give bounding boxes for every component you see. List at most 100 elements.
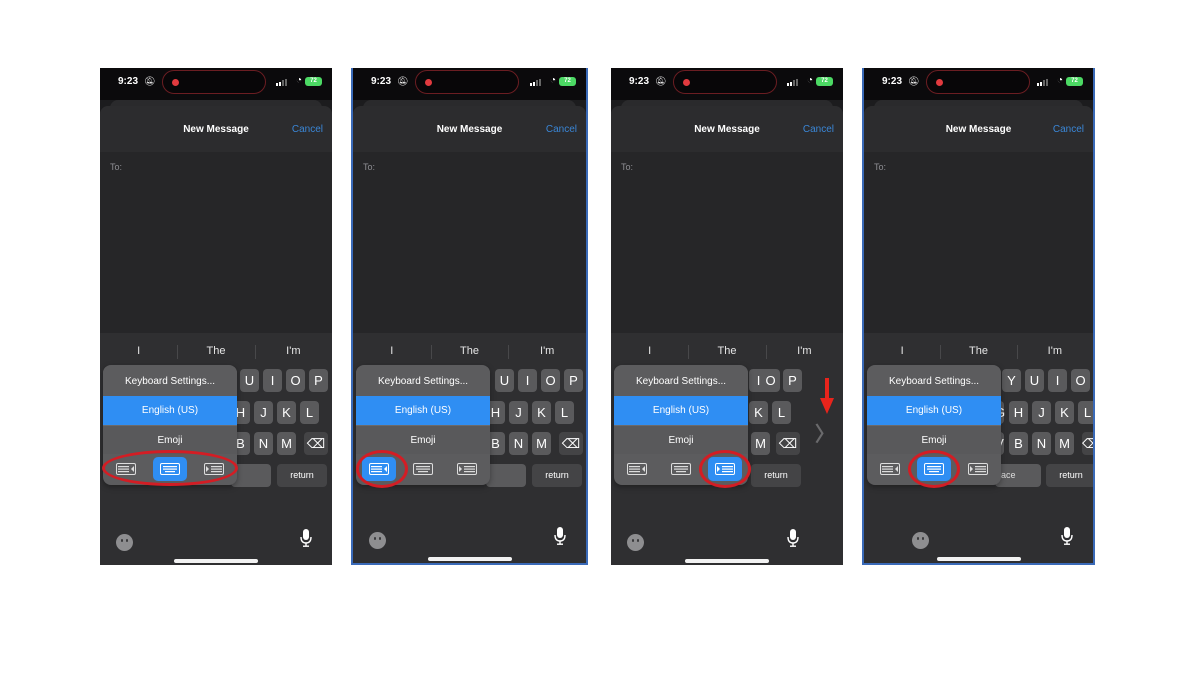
key[interactable]: J xyxy=(1032,401,1051,424)
space-key[interactable]: ace xyxy=(995,464,1041,487)
keyboard-settings-item[interactable]: Keyboard Settings... xyxy=(614,367,748,396)
key[interactable]: M xyxy=(277,432,296,455)
right-keyboard-button[interactable] xyxy=(961,457,995,481)
key[interactable]: K xyxy=(277,401,296,424)
center-keyboard-button[interactable] xyxy=(917,457,951,481)
microphone-icon[interactable] xyxy=(554,527,566,550)
key[interactable]: L xyxy=(555,401,574,424)
key[interactable]: U xyxy=(240,369,259,392)
english-us-item[interactable]: English (US) xyxy=(867,396,1001,425)
suggestion-item[interactable]: I'm xyxy=(1016,337,1093,365)
left-keyboard-button[interactable] xyxy=(873,457,907,481)
left-keyboard-button[interactable] xyxy=(109,457,143,481)
key[interactable]: O xyxy=(1071,369,1090,392)
emoji-item[interactable]: Emoji xyxy=(867,425,1001,454)
key[interactable]: L xyxy=(300,401,319,424)
emoji-face-icon[interactable] xyxy=(116,534,133,551)
emoji-item[interactable]: Emoji xyxy=(356,425,490,454)
left-keyboard-button[interactable] xyxy=(620,457,654,481)
microphone-icon[interactable] xyxy=(300,529,312,552)
key[interactable]: H xyxy=(1009,401,1028,424)
key[interactable]: L xyxy=(772,401,791,424)
key[interactable]: J xyxy=(509,401,528,424)
space-key[interactable] xyxy=(486,464,526,487)
key[interactable]: I xyxy=(1048,369,1067,392)
key[interactable]: K xyxy=(749,401,768,424)
suggestion-item[interactable]: The xyxy=(940,337,1016,365)
delete-key[interactable]: ⌫ xyxy=(559,432,583,455)
key[interactable]: N xyxy=(509,432,528,455)
cancel-button[interactable]: Cancel xyxy=(292,124,323,135)
suggestion-item[interactable]: The xyxy=(430,337,509,365)
cancel-button[interactable]: Cancel xyxy=(1053,124,1084,135)
key[interactable]: M xyxy=(751,432,770,455)
suggestion-item[interactable]: I xyxy=(864,337,940,365)
to-field[interactable]: To: xyxy=(110,162,122,172)
keyboard-settings-item[interactable]: Keyboard Settings... xyxy=(103,367,237,396)
return-key[interactable]: return xyxy=(1046,464,1093,487)
center-keyboard-button[interactable] xyxy=(406,457,440,481)
english-us-item[interactable]: English (US) xyxy=(356,396,490,425)
keyboard-settings-item[interactable]: Keyboard Settings... xyxy=(356,367,490,396)
key[interactable]: N xyxy=(1032,432,1051,455)
key[interactable]: P xyxy=(309,369,328,392)
delete-key[interactable]: ⌫ xyxy=(304,432,328,455)
center-keyboard-button[interactable] xyxy=(153,457,187,481)
suggestion-item[interactable]: I'm xyxy=(254,337,332,365)
to-field[interactable]: To: xyxy=(363,162,375,172)
emoji-face-icon[interactable] xyxy=(912,532,929,549)
keyboard-settings-item[interactable]: Keyboard Settings... xyxy=(867,367,1001,396)
key[interactable]: P xyxy=(564,369,583,392)
right-keyboard-button[interactable] xyxy=(197,457,231,481)
home-indicator xyxy=(427,557,512,561)
microphone-icon[interactable] xyxy=(787,529,799,552)
delete-key[interactable]: ⌫ xyxy=(1082,432,1093,455)
microphone-icon[interactable] xyxy=(1061,527,1073,550)
return-key[interactable]: return xyxy=(751,464,801,487)
key[interactable]: O xyxy=(541,369,560,392)
key[interactable]: J xyxy=(254,401,273,424)
right-keyboard-button[interactable] xyxy=(450,457,484,481)
space-key[interactable] xyxy=(231,464,271,487)
cancel-button[interactable]: Cancel xyxy=(803,124,834,135)
chevron-right-icon[interactable]: 〉 xyxy=(815,418,835,447)
suggestion-item[interactable]: The xyxy=(688,337,765,365)
delete-key[interactable]: ⌫ xyxy=(776,432,800,455)
key[interactable]: Y xyxy=(1002,369,1021,392)
key[interactable]: U xyxy=(1025,369,1044,392)
key[interactable]: I xyxy=(518,369,537,392)
key[interactable]: K xyxy=(1055,401,1074,424)
key[interactable]: I xyxy=(263,369,282,392)
key[interactable]: U xyxy=(495,369,514,392)
key[interactable]: O xyxy=(286,369,305,392)
emoji-face-icon[interactable] xyxy=(627,534,644,551)
emoji-item[interactable]: Emoji xyxy=(103,425,237,454)
emoji-item[interactable]: Emoji xyxy=(614,425,748,454)
key[interactable]: P xyxy=(783,369,802,392)
key[interactable]: O xyxy=(761,369,780,392)
suggestion-item[interactable]: I xyxy=(100,337,177,365)
suggestion-item[interactable]: I'm xyxy=(765,337,843,365)
emoji-face-icon[interactable] xyxy=(369,532,386,549)
cancel-button[interactable]: Cancel xyxy=(546,124,577,135)
to-field[interactable]: To: xyxy=(874,162,886,172)
return-key[interactable]: return xyxy=(532,464,582,487)
cellular-signal-icon xyxy=(787,79,799,86)
english-us-item[interactable]: English (US) xyxy=(614,396,748,425)
suggestion-item[interactable]: I'm xyxy=(508,337,586,365)
suggestion-item[interactable]: I xyxy=(611,337,688,365)
key[interactable]: M xyxy=(532,432,551,455)
key[interactable]: B xyxy=(1009,432,1028,455)
suggestion-item[interactable]: I xyxy=(353,337,431,365)
key[interactable]: L xyxy=(1078,401,1093,424)
key[interactable]: K xyxy=(532,401,551,424)
english-us-item[interactable]: English (US) xyxy=(103,396,237,425)
to-field[interactable]: To: xyxy=(621,162,633,172)
right-keyboard-button[interactable] xyxy=(708,457,742,481)
key[interactable]: N xyxy=(254,432,273,455)
return-key[interactable]: return xyxy=(277,464,327,487)
suggestion-item[interactable]: The xyxy=(177,337,254,365)
center-keyboard-button[interactable] xyxy=(664,457,698,481)
left-keyboard-button[interactable] xyxy=(362,457,396,481)
key[interactable]: M xyxy=(1055,432,1074,455)
